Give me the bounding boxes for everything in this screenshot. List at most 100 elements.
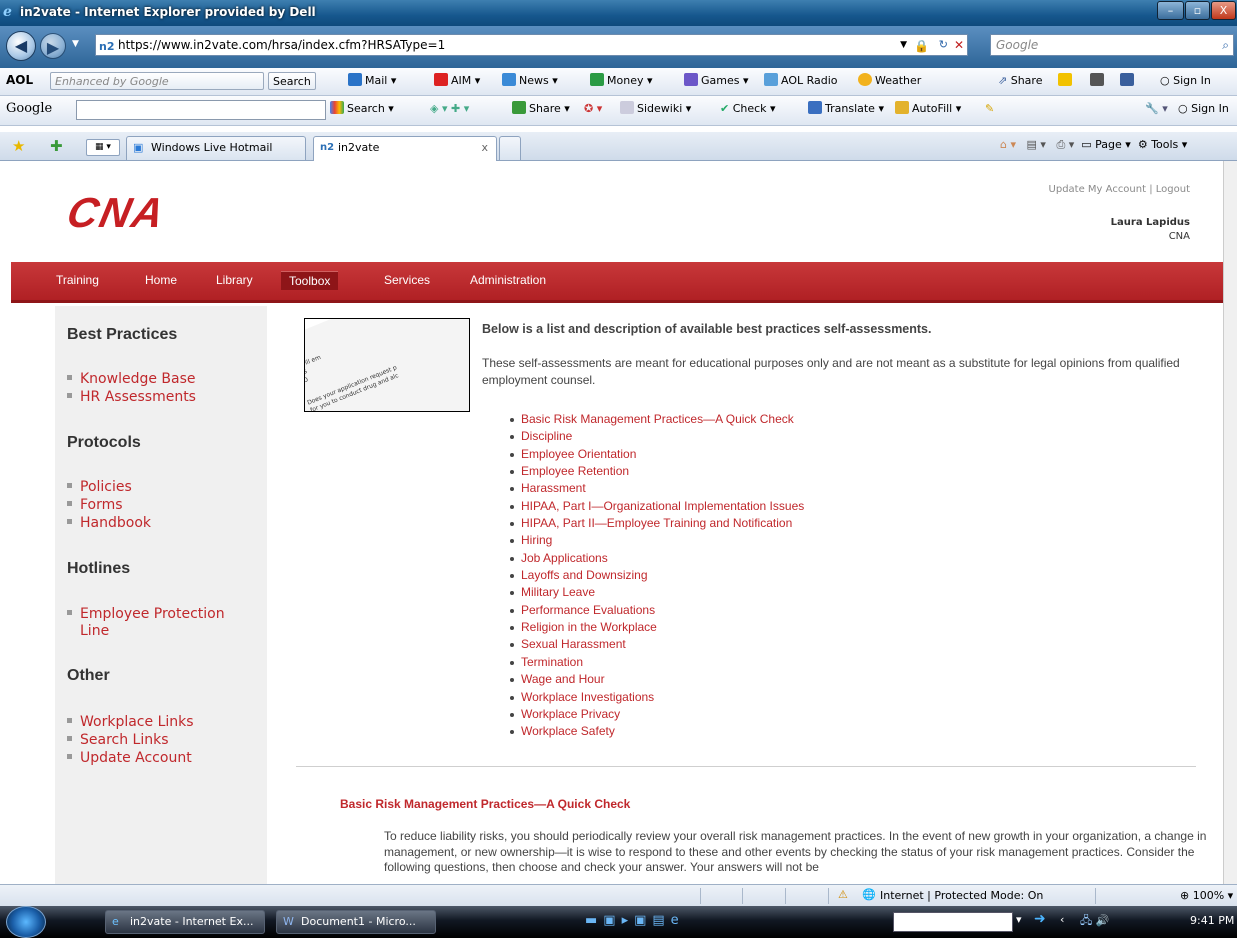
tab-close-icon[interactable]: x <box>481 137 488 159</box>
start-button[interactable] <box>6 906 46 938</box>
aol-radio-button[interactable]: AOL Radio <box>764 72 838 90</box>
pencil-icon[interactable]: ✎ <box>985 100 994 118</box>
quick-launch-icons[interactable]: ▬▣▸▣▤e <box>585 913 685 928</box>
tab-hotmail[interactable]: ▣ Windows Live Hotmail <box>126 136 306 160</box>
spellcheck-button[interactable]: ✔ Check ▾ <box>720 100 776 118</box>
assessment-link[interactable]: Workplace Investigations <box>510 689 804 706</box>
sidebar-item-employee-protection-line[interactable]: Employee Protection Line <box>67 606 225 640</box>
sidebar-item-workplace-links[interactable]: Workplace Links <box>67 714 194 731</box>
tray-expand-icon[interactable]: ‹ <box>1060 913 1064 926</box>
security-zone-text[interactable]: Internet | Protected Mode: On <box>880 889 1043 902</box>
mail-button[interactable]: Mail ▾ <box>348 72 396 90</box>
sidebar-item-forms[interactable]: Forms <box>67 497 123 514</box>
taskbar-ie-window[interactable]: e in2vate - Internet Ex... <box>105 910 265 934</box>
weather-button[interactable]: Weather <box>858 72 921 90</box>
assessment-link[interactable]: Hiring <box>510 532 804 549</box>
feeds-icon[interactable]: ▤ ▾ <box>1027 138 1046 151</box>
page-menu-button[interactable]: ▭ Page ▾ <box>1081 138 1131 151</box>
assessment-link[interactable]: Termination <box>510 654 804 671</box>
taskbar-search-dropdown-icon[interactable]: ▾ <box>1016 913 1022 926</box>
news-button[interactable]: News ▾ <box>502 72 558 90</box>
nav-toolbox[interactable]: Toolbox <box>281 271 339 290</box>
lock-icon[interactable]: 🔒 <box>914 36 929 56</box>
home-icon[interactable]: ⌂ ▾ <box>1000 138 1016 151</box>
assessment-link[interactable]: Employee Retention <box>510 463 804 480</box>
refresh-icon[interactable]: ↻ <box>939 35 948 55</box>
aol-search-button[interactable]: Search <box>268 72 316 90</box>
google-search-input[interactable] <box>76 100 326 120</box>
minimize-button[interactable]: – <box>1157 1 1184 20</box>
nav-library[interactable]: Library <box>208 271 261 289</box>
favorites-star-icon[interactable]: ★ <box>12 137 25 155</box>
wrench-icon[interactable]: 🔧 ▾ <box>1145 100 1168 118</box>
games-button[interactable]: Games ▾ <box>684 72 749 90</box>
sidebar-item-policies[interactable]: Policies <box>67 479 132 496</box>
taskbar-search-input[interactable] <box>893 912 1013 932</box>
assessment-link[interactable]: HIPAA, Part I—Organizational Implementat… <box>510 498 804 515</box>
close-button[interactable]: X <box>1211 1 1236 20</box>
google-search-button[interactable]: Search ▾ <box>330 100 394 118</box>
money-button[interactable]: Money ▾ <box>590 72 653 90</box>
assessment-link[interactable]: Sexual Harassment <box>510 636 804 653</box>
tray-icons[interactable]: 🖧 🔊 <box>1080 912 1109 931</box>
account-links[interactable]: Update My Account | Logout <box>1000 184 1190 195</box>
assessment-link[interactable]: Harassment <box>510 480 804 497</box>
assessment-link[interactable]: Employee Orientation <box>510 446 804 463</box>
forward-button[interactable]: ▶ <box>40 33 66 59</box>
assessment-link[interactable]: Military Leave <box>510 584 804 601</box>
address-input[interactable]: n2 https://www.in2vate.com/hrsa/index.cf… <box>95 34 968 56</box>
checkbox-icon[interactable] <box>1120 72 1137 90</box>
sidewiki-button[interactable]: Sidewiki ▾ <box>620 100 691 118</box>
aol-signin-button[interactable]: ○ Sign In <box>1160 72 1211 90</box>
popup-blocked-icon[interactable]: ⚠ <box>838 888 848 901</box>
sidebar-item-handbook[interactable]: Handbook <box>67 515 151 532</box>
new-tab-button[interactable] <box>499 136 521 160</box>
history-dropdown-icon[interactable]: ▼ <box>72 39 79 49</box>
cna-logo[interactable]: CNA <box>63 189 170 237</box>
aol-buddy-icon[interactable] <box>1058 72 1075 90</box>
tab-in2vate[interactable]: n2 in2vate x <box>313 136 497 161</box>
nav-home[interactable]: Home <box>137 271 185 289</box>
maximize-button[interactable]: ▫ <box>1185 1 1210 20</box>
aol-search-input[interactable]: Enhanced by Google <box>50 72 264 90</box>
bookmark-icon[interactable]: ✪ ▾ <box>584 100 602 118</box>
nav-training[interactable]: Training <box>48 271 107 289</box>
quick-tabs-icon[interactable]: ▦ ▾ <box>86 139 120 156</box>
rss-feed-icon[interactable] <box>1090 72 1107 90</box>
vertical-scrollbar[interactable] <box>1223 161 1237 884</box>
sidebar-item-knowledge-base[interactable]: Knowledge Base <box>67 371 196 388</box>
address-dropdown-icon[interactable]: ▼ <box>900 35 907 55</box>
taskbar-word-window[interactable]: W Document1 - Micro... <box>276 910 436 934</box>
add-favorite-icon[interactable]: ✚ <box>50 137 63 155</box>
back-button[interactable]: ◀ <box>6 31 36 61</box>
extension-icons[interactable]: ◈ ▾ ✚ ▾ <box>430 100 469 118</box>
assessment-link[interactable]: Job Applications <box>510 550 804 567</box>
search-icon[interactable]: ⌕ <box>1222 35 1229 55</box>
tools-menu-button[interactable]: ⚙ Tools ▾ <box>1138 138 1188 151</box>
assessment-link[interactable]: Religion in the Workplace <box>510 619 804 636</box>
nav-services[interactable]: Services <box>376 271 438 289</box>
autofill-button[interactable]: AutoFill ▾ <box>895 100 961 118</box>
assessment-link[interactable]: Discipline <box>510 428 804 445</box>
sidebar-item-update-account[interactable]: Update Account <box>67 750 192 767</box>
search-box[interactable]: Google ⌕ <box>990 34 1234 56</box>
assessment-link[interactable]: Performance Evaluations <box>510 602 804 619</box>
google-signin-button[interactable]: ○ Sign In <box>1178 100 1229 118</box>
clock[interactable]: 9:41 PM <box>1190 914 1234 927</box>
zoom-level[interactable]: ⊕ 100% ▾ <box>1180 889 1233 902</box>
google-logo[interactable]: Google <box>6 100 52 118</box>
assessment-link[interactable]: Wage and Hour <box>510 671 804 688</box>
assessment-link[interactable]: Workplace Privacy <box>510 706 804 723</box>
aol-logo[interactable]: AOL <box>6 72 33 90</box>
taskbar-go-icon[interactable]: ➜ <box>1034 911 1046 927</box>
sidebar-item-search-links[interactable]: Search Links <box>67 732 169 749</box>
print-icon[interactable]: ⎙ ▾ <box>1056 138 1074 151</box>
assessment-link[interactable]: Basic Risk Management Practices—A Quick … <box>510 411 804 428</box>
sidebar-item-hr-assessments[interactable]: HR Assessments <box>67 389 196 406</box>
assessment-link[interactable]: Workplace Safety <box>510 723 804 740</box>
stop-icon[interactable]: ✕ <box>954 35 964 55</box>
nav-administration[interactable]: Administration <box>462 271 554 289</box>
translate-button[interactable]: Translate ▾ <box>808 100 884 118</box>
assessment-link[interactable]: Layoffs and Downsizing <box>510 567 804 584</box>
google-share-button[interactable]: Share ▾ <box>512 100 570 118</box>
